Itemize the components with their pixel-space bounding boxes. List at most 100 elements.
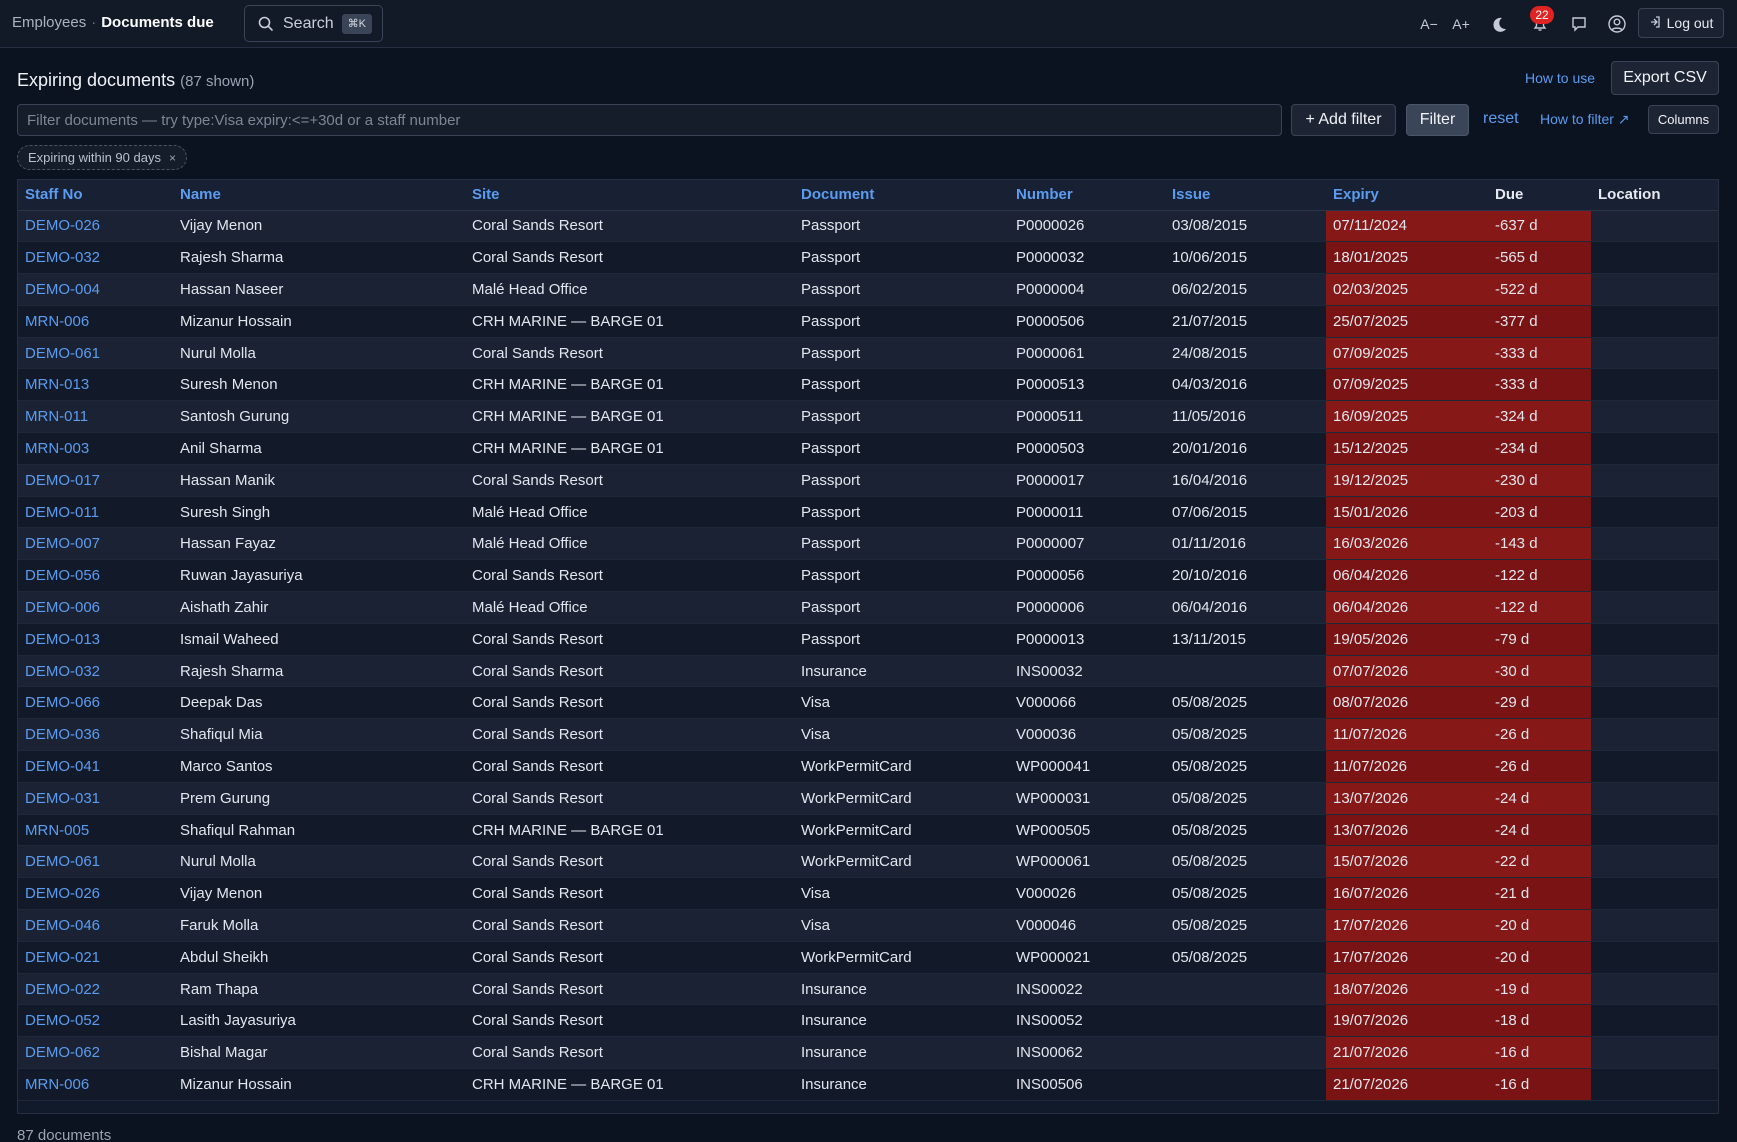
moon-icon[interactable] — [1490, 12, 1508, 36]
column-header-site[interactable]: Site — [465, 180, 794, 211]
cell-site: Coral Sands Resort — [465, 845, 794, 879]
export-csv-button[interactable]: Export CSV — [1611, 61, 1719, 95]
breadcrumb-employees[interactable]: Employees — [12, 14, 86, 31]
cell-staff-no[interactable]: DEMO-032 — [18, 241, 173, 275]
cell-staff-no[interactable]: MRN-011 — [18, 400, 173, 434]
cell-expiry: 07/07/2026 — [1326, 655, 1488, 688]
table-row[interactable]: DEMO-011 Suresh Singh Malé Head Office Pass… — [18, 496, 1718, 529]
cell-staff-no[interactable]: MRN-006 — [18, 305, 173, 338]
message-icon[interactable] — [1570, 12, 1588, 36]
table-row[interactable]: DEMO-006 Aishath Zahir Malé Head Office Pas… — [18, 591, 1718, 624]
table-row[interactable]: DEMO-041 Marco Santos Coral Sands Resort Wo… — [18, 750, 1718, 783]
column-header-issue[interactable]: Issue — [1165, 180, 1326, 211]
cell-expiry: 11/07/2026 — [1326, 750, 1488, 783]
cell-site: CRH MARINE — BARGE 01 — [465, 814, 794, 847]
cell-site: Malé Head Office — [465, 591, 794, 624]
table-row[interactable]: DEMO-022 Ram Thapa Coral Sands Resort Insur… — [18, 973, 1718, 1006]
column-header-name[interactable]: Name — [173, 180, 465, 211]
columns-button[interactable]: Columns — [1648, 105, 1719, 134]
table-row[interactable]: DEMO-032 Rajesh Sharma Coral Sands Resort I… — [18, 655, 1718, 688]
column-header-document[interactable]: Document — [794, 180, 1009, 211]
cell-due: -234 d — [1488, 432, 1591, 465]
table-row[interactable]: MRN-006 Mizanur Hossain CRH MARINE — BARGE… — [18, 1068, 1718, 1101]
cell-location — [1591, 941, 1718, 974]
cell-expiry: 06/04/2026 — [1326, 559, 1488, 593]
search-button[interactable]: Search ⌘K — [244, 5, 383, 42]
table-row[interactable]: DEMO-066 Deepak Das Coral Sands Resort Visa… — [18, 686, 1718, 720]
cell-expiry: 02/03/2025 — [1326, 273, 1488, 306]
how-to-use-link[interactable]: How to use — [1525, 70, 1595, 86]
cell-document: WorkPermitCard — [794, 814, 1009, 847]
cell-staff-no[interactable]: DEMO-031 — [18, 782, 173, 815]
chip-remove-icon[interactable]: × — [169, 151, 176, 165]
cell-staff-no[interactable]: MRN-013 — [18, 368, 173, 402]
cell-site: Coral Sands Resort — [465, 750, 794, 783]
cell-name: Mizanur Hossain — [173, 305, 465, 338]
table-row[interactable]: DEMO-056 Ruwan Jayasuriya Coral Sands Reso… — [18, 559, 1718, 593]
cell-expiry: 07/11/2024 — [1326, 210, 1488, 243]
filter-input[interactable] — [17, 104, 1282, 136]
cell-expiry: 17/07/2026 — [1326, 909, 1488, 942]
table-row[interactable]: DEMO-052 Lasith Jayasuriya Coral Sands Res… — [18, 1004, 1718, 1038]
logout-button[interactable]: Log out — [1638, 8, 1724, 38]
table-row[interactable]: MRN-005 Shafiqul Rahman CRH MARINE — BARGE… — [18, 814, 1718, 847]
cell-document: Passport — [794, 400, 1009, 434]
cell-staff-no[interactable]: DEMO-007 — [18, 527, 173, 561]
table-row[interactable]: MRN-011 Santosh Gurung CRH MARINE — BARGE … — [18, 400, 1718, 434]
cell-staff-no[interactable]: DEMO-032 — [18, 655, 173, 688]
table-row[interactable]: DEMO-036 Shafiqul Mia Coral Sands Resort Vi… — [18, 718, 1718, 752]
table-row[interactable]: DEMO-021 Abdul Sheikh Coral Sands Resort Wo… — [18, 941, 1718, 974]
column-header-location: Location — [1591, 180, 1718, 211]
table-row[interactable]: DEMO-046 Faruk Molla Coral Sands Resort Vis… — [18, 909, 1718, 942]
table-row[interactable]: DEMO-013 Ismail Waheed Coral Sands Resort P… — [18, 623, 1718, 656]
how-to-filter-link[interactable]: How to filter ↗ — [1540, 111, 1630, 128]
cell-staff-no[interactable]: DEMO-036 — [18, 718, 173, 752]
table-row[interactable]: DEMO-032 Rajesh Sharma Coral Sands Resort P… — [18, 241, 1718, 275]
table-row[interactable]: MRN-003 Anil Sharma CRH MARINE — BARGE 01 P… — [18, 432, 1718, 465]
cell-staff-no[interactable]: DEMO-011 — [18, 496, 173, 529]
user-avatar-icon[interactable] — [1607, 12, 1627, 36]
column-header-staff-no[interactable]: Staff No — [18, 180, 173, 211]
cell-staff-no[interactable]: DEMO-026 — [18, 210, 173, 243]
cell-staff-no[interactable]: MRN-006 — [18, 1068, 173, 1101]
cell-staff-no[interactable]: DEMO-026 — [18, 877, 173, 911]
cell-staff-no[interactable]: DEMO-052 — [18, 1004, 173, 1038]
filter-button[interactable]: Filter — [1406, 104, 1469, 136]
cell-staff-no[interactable]: DEMO-013 — [18, 623, 173, 656]
cell-staff-no[interactable]: DEMO-041 — [18, 750, 173, 783]
font-decrease-button[interactable]: A− — [1418, 12, 1440, 36]
table-row[interactable]: MRN-006 Mizanur Hossain CRH MARINE — BARGE… — [18, 305, 1718, 338]
table-row[interactable]: MRN-013 Suresh Menon CRH MARINE — BARGE 01… — [18, 368, 1718, 402]
table-row[interactable]: DEMO-031 Prem Gurung Coral Sands Resort Wor… — [18, 782, 1718, 815]
cell-staff-no[interactable]: DEMO-022 — [18, 973, 173, 1006]
chip-label: Expiring within 90 days — [28, 150, 161, 165]
cell-staff-no[interactable]: DEMO-056 — [18, 559, 173, 593]
table-row[interactable]: DEMO-026 Vijay Menon Coral Sands Resort Pas… — [18, 210, 1718, 243]
cell-staff-no[interactable]: DEMO-061 — [18, 337, 173, 370]
cell-staff-no[interactable]: MRN-005 — [18, 814, 173, 847]
column-header-expiry[interactable]: Expiry — [1326, 180, 1488, 211]
cell-staff-no[interactable]: DEMO-006 — [18, 591, 173, 624]
cell-number: P0000061 — [1009, 337, 1165, 370]
cell-staff-no[interactable]: DEMO-062 — [18, 1036, 173, 1070]
cell-staff-no[interactable]: DEMO-004 — [18, 273, 173, 306]
cell-staff-no[interactable]: DEMO-061 — [18, 845, 173, 879]
cell-staff-no[interactable]: DEMO-066 — [18, 686, 173, 720]
cell-staff-no[interactable]: DEMO-017 — [18, 464, 173, 497]
cell-staff-no[interactable]: DEMO-021 — [18, 941, 173, 974]
cell-staff-no[interactable]: DEMO-046 — [18, 909, 173, 942]
cell-name: Vijay Menon — [173, 210, 465, 243]
font-increase-button[interactable]: A+ — [1450, 12, 1472, 36]
reset-link[interactable]: reset — [1483, 110, 1519, 128]
table-row[interactable]: DEMO-026 Vijay Menon Coral Sands Resort Vis… — [18, 877, 1718, 911]
table-row[interactable]: DEMO-062 Bishal Magar Coral Sands Resort In… — [18, 1036, 1718, 1070]
cell-issue: 01/11/2016 — [1165, 527, 1326, 561]
table-row[interactable]: DEMO-004 Hassan Naseer Malé Head Office Pas… — [18, 273, 1718, 306]
table-row[interactable]: DEMO-017 Hassan Manik Coral Sands Resort Pa… — [18, 464, 1718, 497]
table-row[interactable]: DEMO-061 Nurul Molla Coral Sands Resort Pas… — [18, 337, 1718, 370]
cell-staff-no[interactable]: MRN-003 — [18, 432, 173, 465]
table-row[interactable]: DEMO-007 Hassan Fayaz Malé Head Office Pass… — [18, 527, 1718, 561]
add-filter-button[interactable]: + Add filter — [1291, 104, 1396, 136]
table-row[interactable]: DEMO-061 Nurul Molla Coral Sands Resort Wor… — [18, 845, 1718, 879]
column-header-number[interactable]: Number — [1009, 180, 1165, 211]
